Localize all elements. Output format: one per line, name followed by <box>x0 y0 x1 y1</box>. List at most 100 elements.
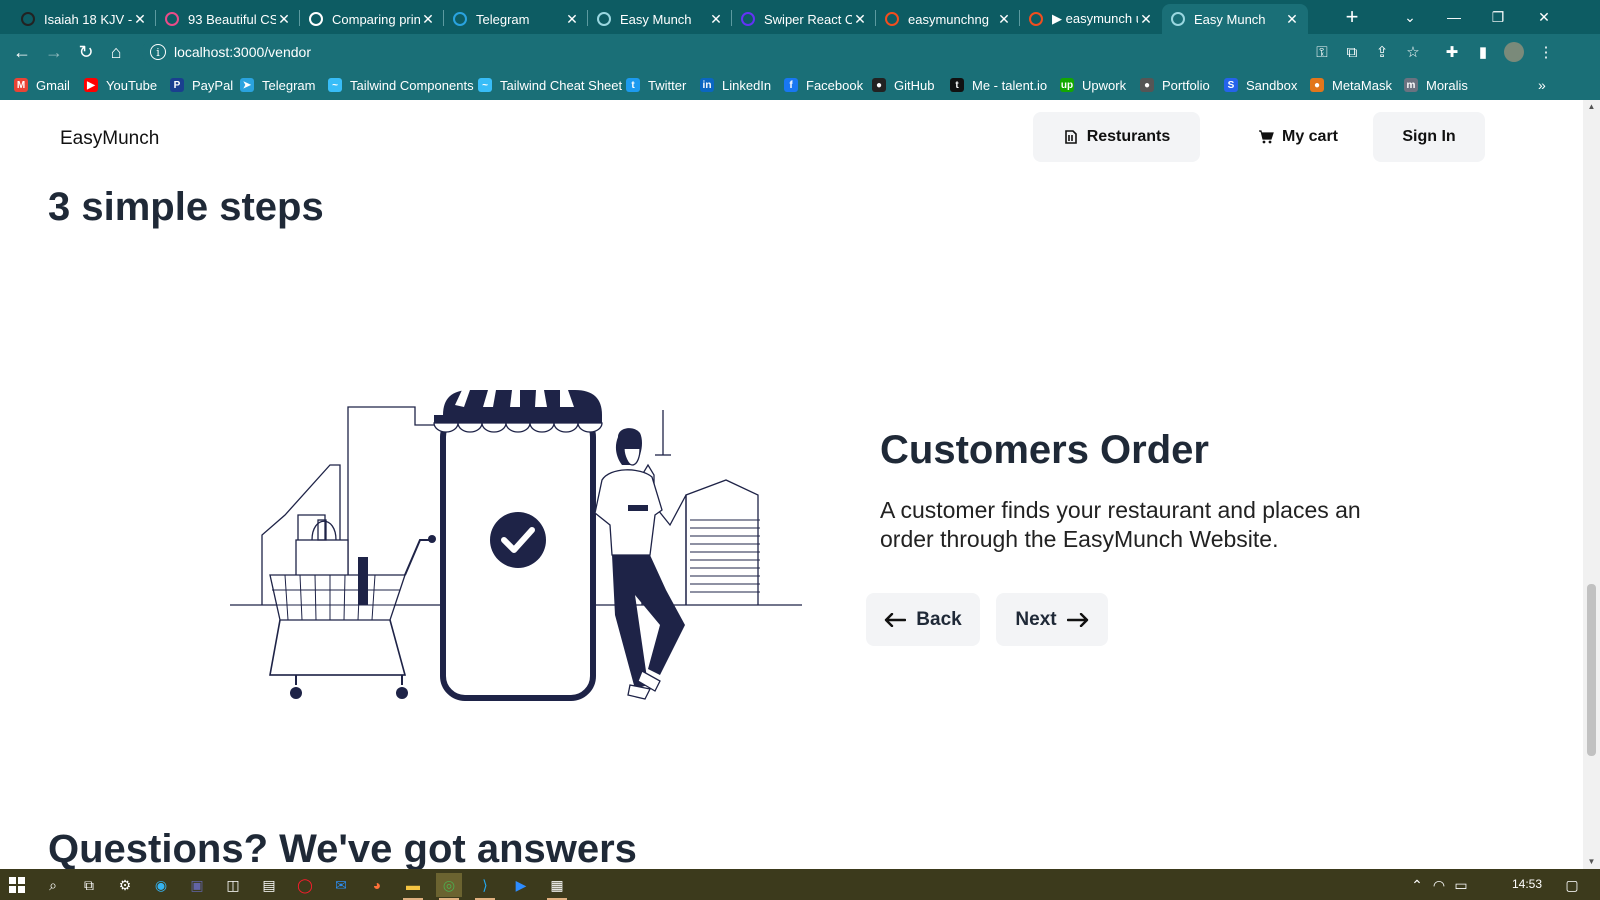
browser-tab[interactable]: Easy Munch ✕ <box>1162 4 1308 34</box>
side-panel-icon[interactable]: ▮ <box>1473 42 1493 62</box>
zoom-icon[interactable]: ▶ <box>508 873 534 897</box>
restaurants-button[interactable]: Resturants <box>1033 112 1200 162</box>
tab-search-chevron-icon[interactable]: ⌄ <box>1388 0 1432 34</box>
key-icon[interactable]: ⚿ <box>1312 42 1332 62</box>
browser-tab[interactable]: Swiper React Co ✕ <box>732 4 876 34</box>
bookmark-item[interactable]: t Twitter <box>626 76 686 94</box>
close-tab-icon[interactable]: ✕ <box>852 11 868 28</box>
close-tab-icon[interactable]: ✕ <box>276 11 292 28</box>
camera-icon[interactable]: ◫ <box>220 873 246 897</box>
cart-button[interactable]: My cart <box>1243 112 1353 162</box>
reload-icon[interactable]: ↻ <box>74 40 98 64</box>
scroll-down-icon[interactable]: ▼ <box>1583 855 1600 869</box>
back-icon[interactable]: ← <box>10 40 34 64</box>
tab-title: Isaiah 18 KJV - <box>44 11 132 27</box>
home-icon[interactable]: ⌂ <box>104 40 128 64</box>
bookmark-item[interactable]: m Moralis <box>1404 76 1468 94</box>
browser-tab[interactable]: Telegram ✕ <box>444 4 588 34</box>
bookmark-item[interactable]: ➤ Telegram <box>240 76 315 94</box>
notepad-icon[interactable]: ▦ <box>544 873 570 900</box>
share-icon[interactable]: ⇪ <box>1372 42 1392 62</box>
bookmark-label: Tailwind Cheat Sheet <box>500 77 623 93</box>
faq-section-title: Questions? We've got answers <box>48 827 637 869</box>
bookmark-item[interactable]: S Sandbox <box>1224 76 1297 94</box>
firefox-icon[interactable]: ◕ <box>364 873 390 897</box>
battery-icon[interactable]: ▭ <box>1452 873 1470 897</box>
tailwind-icon: ~ <box>328 78 342 92</box>
bookmark-item[interactable]: ▶ YouTube <box>84 76 157 94</box>
bookmark-item[interactable]: M Gmail <box>14 76 70 94</box>
browser-tab[interactable]: ▶ easymunch u ✕ <box>1020 4 1162 34</box>
bookmark-item[interactable]: ~ Tailwind Components <box>328 76 474 94</box>
browser-tab[interactable]: Isaiah 18 KJV - ✕ <box>12 4 156 34</box>
browser-tab[interactable]: Easy Munch ✕ <box>588 4 732 34</box>
dribbble-icon <box>164 11 180 27</box>
vscode-icon[interactable]: ⟩ <box>472 873 498 900</box>
site-info-icon[interactable]: i <box>150 44 166 60</box>
bookmark-item[interactable]: up Upwork <box>1060 76 1126 94</box>
browser-tab[interactable]: easymunchng ✕ <box>876 4 1020 34</box>
bookmark-item[interactable]: t Me - talent.io <box>950 76 1047 94</box>
opera-icon[interactable]: ◯ <box>292 873 318 897</box>
bookmark-item[interactable]: ● GitHub <box>872 76 934 94</box>
bookmark-item[interactable]: ~ Tailwind Cheat Sheet <box>478 76 622 94</box>
open-external-icon[interactable]: ⧉ <box>1342 42 1362 62</box>
teams-icon[interactable]: ▣ <box>184 873 210 897</box>
browser-tab[interactable]: Comparing prin ✕ <box>300 4 444 34</box>
bookmark-item[interactable]: ● Portfolio <box>1140 76 1210 94</box>
close-tab-icon[interactable]: ✕ <box>132 11 148 28</box>
close-tab-icon[interactable]: ✕ <box>1138 11 1154 28</box>
next-button[interactable]: Next <box>996 593 1108 646</box>
settings-gear-icon[interactable]: ⚙ <box>112 873 138 897</box>
search-icon[interactable]: ⌕ <box>40 873 66 897</box>
cart-icon <box>1258 129 1274 145</box>
url-text[interactable]: localhost:3000/vendor <box>174 44 311 60</box>
bookmark-item[interactable]: ● MetaMask <box>1310 76 1392 94</box>
brand-logo[interactable]: EasyMunch <box>60 128 159 150</box>
extensions-icon[interactable]: ✚ <box>1442 42 1462 62</box>
bookmark-label: PayPal <box>192 77 234 93</box>
arrow-left-icon <box>884 607 907 633</box>
window-close-icon[interactable]: ✕ <box>1522 0 1566 34</box>
wifi-icon[interactable]: ◠ <box>1430 873 1448 897</box>
menu-icon[interactable]: ⋮ <box>1536 42 1556 62</box>
tab-separator <box>587 10 588 26</box>
close-tab-icon[interactable]: ✕ <box>708 11 724 28</box>
chrome-icon[interactable]: ◎ <box>436 873 462 900</box>
close-tab-icon[interactable]: ✕ <box>564 11 580 28</box>
more-bookmarks-icon[interactable]: » <box>1538 76 1546 94</box>
tab-title: Swiper React Co <box>764 11 852 27</box>
page-scrollbar[interactable]: ▲ ▼ <box>1583 100 1600 869</box>
close-tab-icon[interactable]: ✕ <box>420 11 436 28</box>
notifications-icon[interactable]: ▢ <box>1560 873 1584 897</box>
taskbar-clock[interactable]: 14:53 <box>1512 877 1542 891</box>
windows-start-icon[interactable] <box>4 873 30 897</box>
minimize-icon[interactable]: — <box>1432 0 1476 34</box>
bookmark-label: YouTube <box>106 77 158 93</box>
close-tab-icon[interactable]: ✕ <box>1284 11 1300 28</box>
tab-title: ▶ easymunch u <box>1052 11 1138 26</box>
bookmark-item[interactable]: in LinkedIn <box>700 76 771 94</box>
browser-tab[interactable]: 93 Beautiful CS ✕ <box>156 4 300 34</box>
sign-in-button[interactable]: Sign In <box>1373 112 1485 162</box>
edge-icon[interactable]: ◉ <box>148 873 174 897</box>
bookmark-star-icon[interactable]: ☆ <box>1403 42 1423 62</box>
new-tab-plus-icon[interactable]: + <box>1340 5 1364 29</box>
app-icon[interactable]: ▤ <box>256 873 282 897</box>
scrollbar-thumb[interactable] <box>1587 584 1596 756</box>
back-label: Back <box>916 608 962 630</box>
scroll-up-icon[interactable]: ▲ <box>1583 100 1600 114</box>
bookmark-item[interactable]: f Facebook <box>784 76 863 94</box>
file-explorer-icon[interactable]: ▬ <box>400 873 426 900</box>
address-bar[interactable]: i localhost:3000/vendor <box>142 38 1322 66</box>
tray-chevron-up-icon[interactable]: ⌃ <box>1408 873 1426 897</box>
tab-title: Telegram <box>476 11 530 27</box>
back-button[interactable]: Back <box>866 593 980 646</box>
restore-icon[interactable]: ❐ <box>1476 0 1520 34</box>
mail-icon[interactable]: ✉ <box>328 873 354 897</box>
bookmark-item[interactable]: P PayPal <box>170 76 233 94</box>
task-view-icon[interactable]: ⧉ <box>76 873 102 897</box>
profile-avatar[interactable] <box>1504 42 1524 62</box>
close-tab-icon[interactable]: ✕ <box>996 11 1012 28</box>
forward-icon[interactable]: → <box>42 40 66 64</box>
